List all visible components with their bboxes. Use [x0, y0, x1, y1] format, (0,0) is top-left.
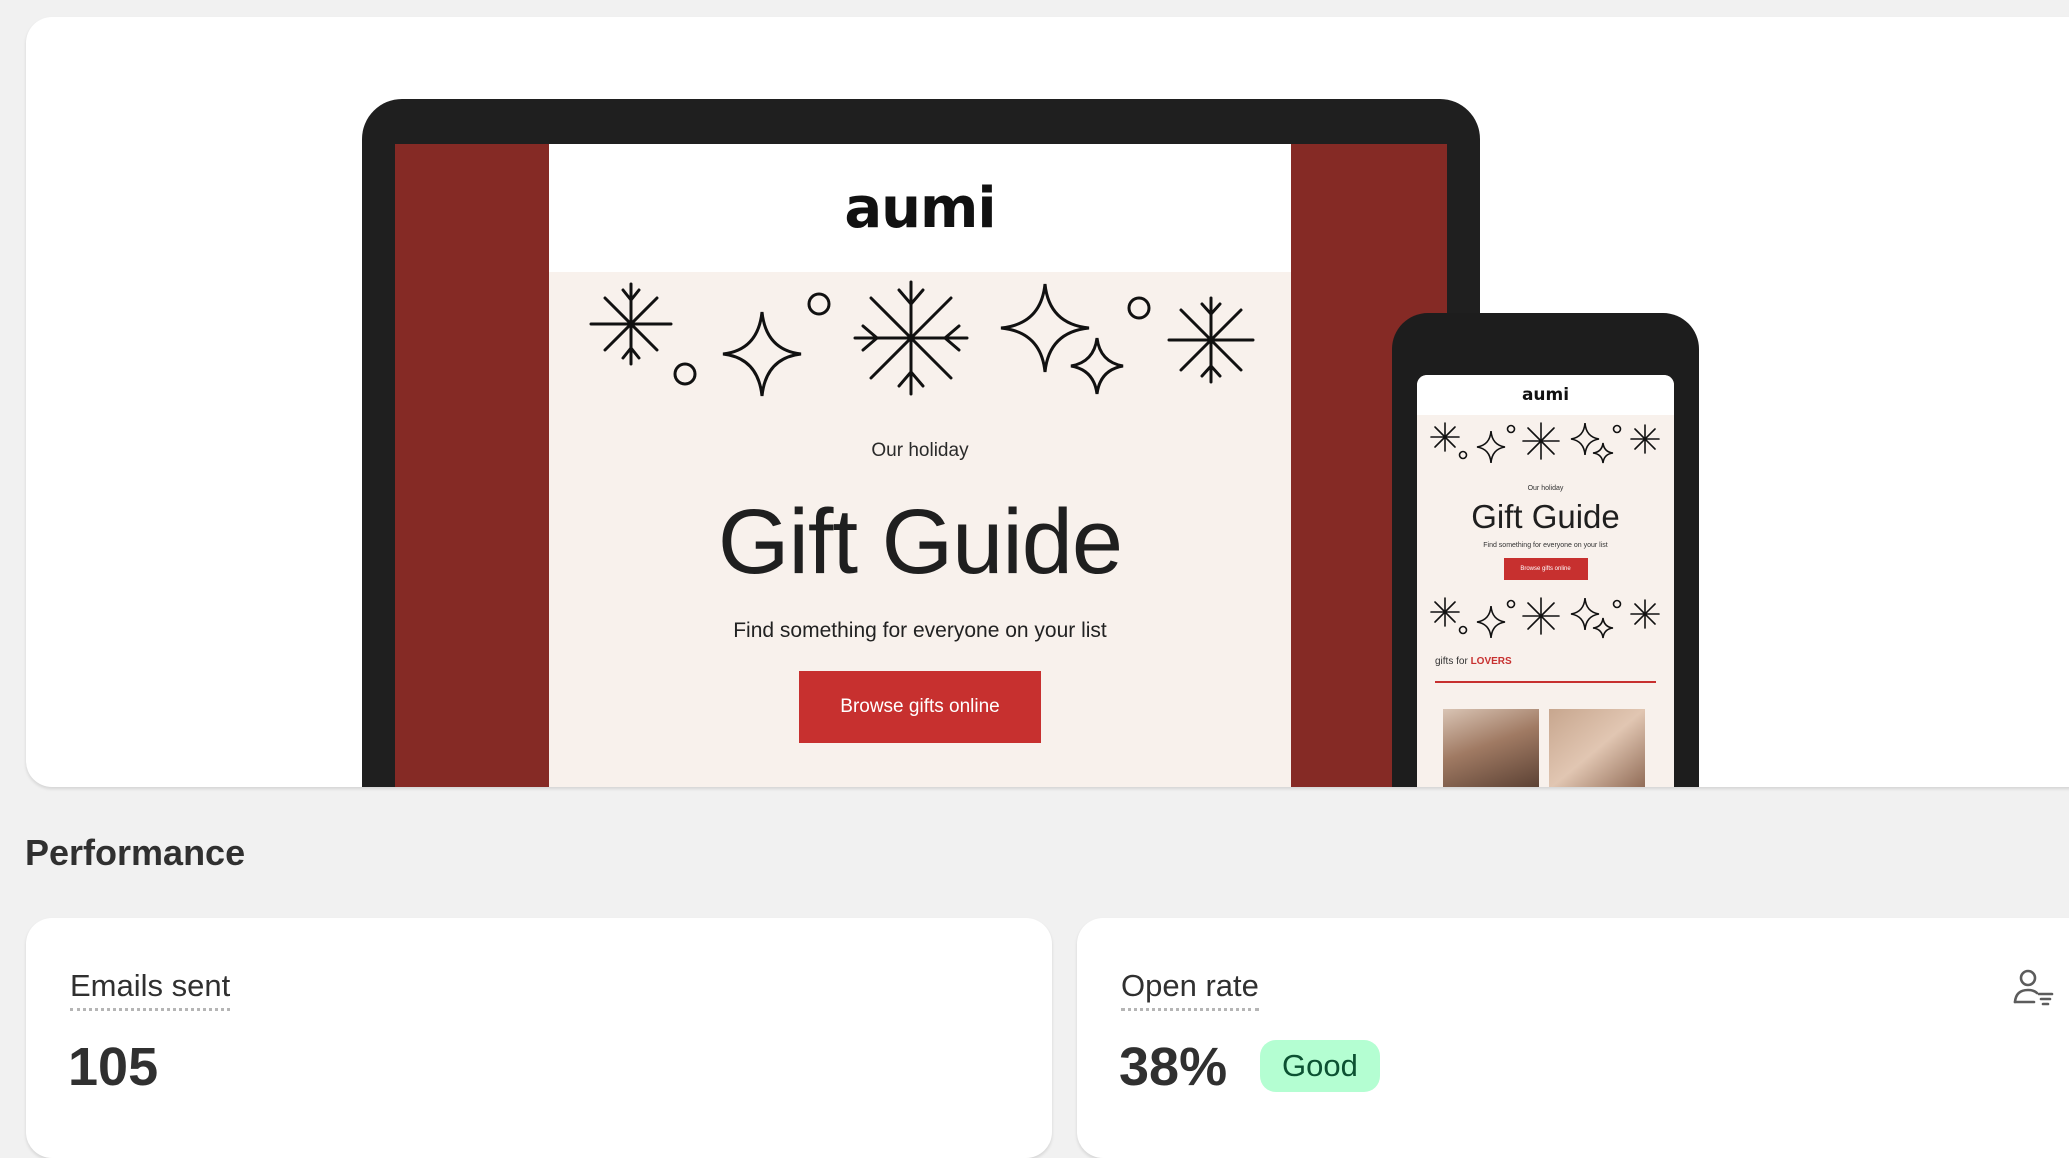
- email-preview-card: aumi Our holiday Gift Guide Find somethi…: [26, 17, 2069, 787]
- mobile-browse-gifts-button[interactable]: Browse gifts online: [1503, 558, 1588, 580]
- mobile-brand-logo: aumi: [1521, 385, 1570, 405]
- mobile-preview-frame: aumi Our holiday Gift Guide Find somethi…: [1392, 313, 1699, 787]
- product-photo: [1443, 709, 1539, 787]
- status-badge: Good: [1260, 1040, 1380, 1092]
- brand-logo: aumi: [844, 175, 996, 241]
- snowflake-icon: [589, 280, 1255, 397]
- emails-sent-value: 105: [68, 1037, 159, 1097]
- mobile-email-eyebrow: Our holiday: [1527, 485, 1564, 492]
- email-headline: Gift Guide: [717, 491, 1123, 593]
- email-eyebrow: Our holiday: [871, 440, 969, 461]
- performance-title: Performance: [25, 832, 246, 873]
- mobile-snowflake-decoration-2: [1417, 590, 1674, 648]
- browse-gifts-button[interactable]: Browse gifts online: [799, 671, 1041, 743]
- emails-sent-label[interactable]: Emails sent: [70, 968, 231, 1011]
- mobile-email-subline: Find something for everyone on your list: [1483, 542, 1608, 549]
- mobile-email-header: aumi: [1417, 375, 1674, 415]
- mobile-section-prefix: gifts for: [1435, 656, 1468, 667]
- desktop-email-content: aumi Our holiday Gift Guide Find somethi…: [549, 144, 1291, 787]
- mobile-preview-screen: aumi Our holiday Gift Guide Find somethi…: [1417, 375, 1674, 787]
- desktop-preview-screen: aumi Our holiday Gift Guide Find somethi…: [395, 144, 1447, 787]
- mobile-section-heading: gifts for LOVERS: [1435, 656, 1656, 683]
- product-photo: [1549, 709, 1645, 787]
- mobile-email-headline: Gift Guide: [1471, 498, 1620, 535]
- mobile-snowflake-icon-2: [1430, 597, 1660, 639]
- open-rate-value: 38%: [1119, 1037, 1228, 1097]
- email-header: aumi: [549, 144, 1291, 272]
- mobile-snowflake-icon: [1430, 422, 1660, 464]
- open-rate-label[interactable]: Open rate: [1121, 968, 1259, 1011]
- mobile-product-photos: [1443, 709, 1674, 787]
- email-subline: Find something for everyone on your list: [733, 619, 1107, 642]
- mobile-section-accent: LOVERS: [1470, 656, 1512, 667]
- emails-sent-card: Emails sent 105: [26, 918, 1052, 1158]
- audience-filter-icon[interactable]: [2012, 966, 2056, 1010]
- desktop-preview-frame: aumi Our holiday Gift Guide Find somethi…: [362, 99, 1480, 787]
- open-rate-card: Open rate 38% Good: [1077, 918, 2069, 1158]
- mobile-snowflake-decoration: [1417, 415, 1674, 473]
- snowflake-decoration: [549, 272, 1291, 402]
